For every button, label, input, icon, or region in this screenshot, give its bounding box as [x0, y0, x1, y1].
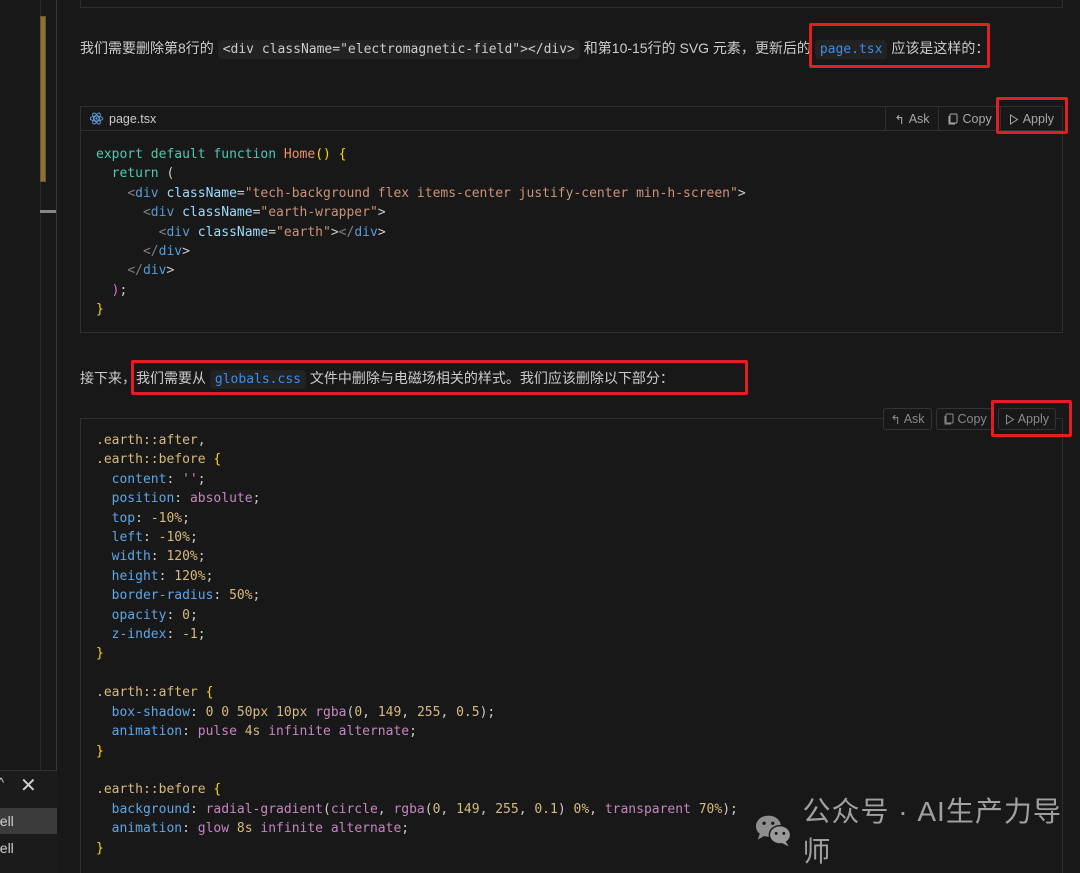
- code-line: <div className="earth"></div>: [158, 224, 386, 240]
- apply-label: Apply: [1017, 412, 1049, 426]
- paragraph-text: 接下来，: [80, 370, 136, 386]
- message-paragraph: 接下来，我们需要从 globals.css 文件中删除与电磁场相关的样式。我们应…: [80, 366, 1070, 392]
- code-line: <div className="earth-wrapper">: [142, 205, 386, 221]
- paragraph-text: 和第10-15行的 SVG 元素，: [579, 40, 755, 56]
- copy-icon: [948, 113, 958, 125]
- terminal-item[interactable]: hell: [0, 835, 57, 861]
- code-line: position: absolute;: [111, 491, 261, 507]
- previous-code-block: [80, 0, 1063, 8]
- play-icon: [1009, 113, 1019, 125]
- code-line: height: 120%;: [111, 568, 214, 584]
- code-line: .earth::after,: [96, 433, 206, 448]
- code-block-actions: ↰ Ask Copy Apply: [883, 408, 1056, 430]
- ask-label: Ask: [903, 412, 925, 426]
- filename-label: page.tsx: [109, 111, 157, 126]
- code-block-page-tsx: page.tsx ↰ Ask Copy Apply export default…: [80, 106, 1063, 333]
- code-line: top: -10%;: [111, 510, 190, 526]
- file-link-page-tsx[interactable]: page.tsx: [814, 40, 888, 59]
- close-icon[interactable]: ✕: [20, 773, 37, 798]
- copy-label: Copy: [962, 112, 992, 126]
- ask-button[interactable]: ↰ Ask: [883, 408, 932, 430]
- paragraph-text: 应该是这样的：: [887, 40, 990, 56]
- play-icon: [1005, 413, 1015, 425]
- code-line: .earth::after {: [96, 685, 214, 701]
- code-line: box-shadow: 0 0 50px 10px rgba(0, 149, 2…: [111, 704, 496, 720]
- copy-icon: [944, 413, 954, 425]
- copy-button[interactable]: Copy: [935, 408, 994, 430]
- highlighted-text: 我们需要从: [136, 370, 210, 386]
- highlighted-text: 更新后的: [754, 40, 815, 56]
- apply-label: Apply: [1022, 112, 1054, 126]
- highlighted-text: 文件中删除与电磁场相关的样式。我们应该删除以下部分：: [305, 370, 674, 386]
- message-paragraph: 我们需要删除第8行的 <div className="electromagnet…: [80, 36, 1070, 62]
- code-line: </div>: [142, 244, 190, 260]
- code-line: z-index: -1;: [111, 627, 206, 643]
- code-line: <div className="tech-background flex ite…: [127, 185, 746, 201]
- code-line: .earth::before {: [96, 452, 222, 468]
- code-line: opacity: 0;: [111, 607, 198, 623]
- ask-label: Ask: [908, 112, 930, 126]
- ask-button[interactable]: ↰ Ask: [885, 107, 937, 131]
- wechat-icon: [755, 815, 792, 847]
- code-line: width: 120%;: [111, 549, 206, 565]
- copy-button[interactable]: Copy: [937, 107, 1000, 131]
- code-content: export default function Home() { return …: [81, 131, 1062, 320]
- copy-label: Copy: [957, 412, 987, 426]
- apply-button[interactable]: Apply: [997, 408, 1056, 430]
- code-line: animation: pulse 4s infinite alternate;: [111, 724, 417, 740]
- chat-panel: 我们需要删除第8行的 <div className="electromagnet…: [57, 0, 1080, 873]
- code-block-header: page.tsx ↰ Ask Copy Apply: [81, 107, 1062, 131]
- code-line: );: [111, 282, 128, 298]
- scrollbar-thumb[interactable]: [40, 16, 46, 182]
- code-line: </div>: [127, 263, 175, 279]
- reply-arrow-icon: ↰: [890, 412, 901, 427]
- code-block-actions: ↰ Ask Copy Apply: [885, 107, 1062, 131]
- code-line: border-radius: 50%;: [111, 588, 261, 604]
- chevron-up-icon[interactable]: ^: [0, 775, 4, 790]
- file-link-globals-css[interactable]: globals.css: [209, 370, 306, 389]
- code-line: return (: [111, 166, 175, 182]
- scrollbar-marker: [40, 210, 56, 213]
- watermark: 公众号 · AI生产力导师: [754, 796, 1080, 867]
- inline-code: <div className="electromagnetic-field"><…: [217, 40, 580, 59]
- code-line: }: [96, 302, 104, 318]
- terminal-item[interactable]: hell: [0, 808, 57, 834]
- left-panel: ^ ✕ hell hell: [0, 0, 57, 873]
- react-icon: [89, 112, 104, 125]
- reply-arrow-icon: ↰: [894, 112, 905, 127]
- code-line: export default function Home() {: [96, 147, 347, 162]
- code-line: left: -10%;: [111, 530, 198, 546]
- terminal-panel-toolbar: ^ ✕: [0, 775, 57, 797]
- code-line: }: [96, 646, 104, 662]
- code-block-filename[interactable]: page.tsx: [89, 111, 156, 126]
- paragraph-text: 我们需要删除第8行的: [80, 40, 218, 56]
- code-line: content: '';: [111, 471, 206, 487]
- apply-button[interactable]: Apply: [999, 107, 1062, 131]
- watermark-text: 公众号 · AI生产力导师: [802, 796, 1062, 867]
- code-line: }: [96, 743, 104, 759]
